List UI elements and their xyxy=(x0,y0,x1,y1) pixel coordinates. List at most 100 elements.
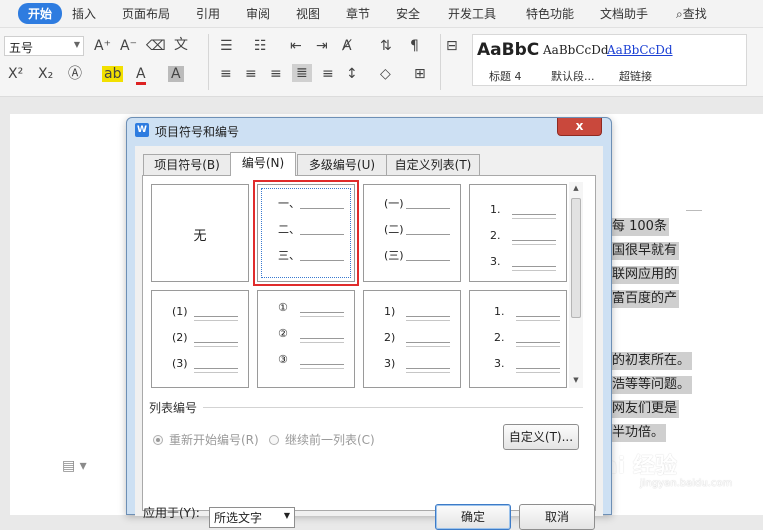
decrease-indent-icon[interactable]: ⇤ xyxy=(290,38,302,54)
style-preview-heading4[interactable]: AaBbC xyxy=(477,40,539,60)
num-label: ① xyxy=(278,301,288,314)
superscript-icon[interactable]: X² xyxy=(8,66,23,82)
menu-search[interactable]: ⌕查找 xyxy=(676,5,707,22)
line xyxy=(194,346,238,347)
doc-line: 每 100条 xyxy=(610,218,669,236)
doc-line: 国很早就有 xyxy=(610,242,680,260)
menu-references[interactable]: 引用 xyxy=(196,5,220,22)
customize-button[interactable]: 自定义(T)... xyxy=(503,424,579,450)
group-divider xyxy=(203,407,583,408)
num-label: (二) xyxy=(384,223,404,236)
shading-icon[interactable]: ◇ xyxy=(380,66,391,82)
justify-icon[interactable]: ≣ xyxy=(292,64,312,82)
style-grid-scrollbar[interactable]: ▲ ▼ xyxy=(569,182,583,388)
list-row: 3. xyxy=(494,357,566,373)
clear-format-icon[interactable]: ⌫ xyxy=(146,38,166,54)
chinese-layout-icon[interactable]: Ⱥ xyxy=(342,38,352,54)
style-preview-default[interactable]: AaBbCcDd xyxy=(543,43,609,57)
tab-numbering[interactable]: 编号(N) xyxy=(230,152,296,176)
numbering-style-arabic-paren[interactable]: (1) (2) (3) xyxy=(151,290,249,388)
menu-page-layout[interactable]: 页面布局 xyxy=(122,5,170,22)
ok-button[interactable]: 确定 xyxy=(435,504,511,530)
text-box-icon[interactable]: ⊟ xyxy=(446,38,458,54)
distribute-icon[interactable]: ≡ xyxy=(322,66,334,82)
style-name-heading4: 标题 4 xyxy=(489,70,522,83)
applies-to-select[interactable]: 所选文字 ▼ xyxy=(209,507,295,528)
align-left-icon[interactable]: ≡ xyxy=(220,66,232,82)
menu-security[interactable]: 安全 xyxy=(396,5,420,22)
num-label: ② xyxy=(278,327,288,340)
borders-icon[interactable]: ⊞ xyxy=(414,66,426,82)
shrink-font-icon[interactable]: A⁻ xyxy=(120,38,137,54)
menu-features[interactable]: 特色功能 xyxy=(526,5,574,22)
close-icon: x xyxy=(575,119,584,133)
highlight-icon[interactable]: ab xyxy=(102,66,124,82)
list-row: (1) xyxy=(172,305,244,321)
numbering-style-arabic-dot-indented[interactable]: 1. 2. 3. xyxy=(469,290,567,388)
grow-font-icon[interactable]: A⁺ xyxy=(94,38,111,54)
bullets-numbering-dialog: W 项目符号和编号 x 项目符号(B) 编号(N) 多级编号(U) 自定义列表(… xyxy=(126,117,612,530)
list-row: 三、 xyxy=(278,249,350,263)
sort-icon[interactable]: ⇅ xyxy=(380,38,392,54)
tab-bullets[interactable]: 项目符号(B) xyxy=(143,154,231,175)
line xyxy=(512,214,556,215)
line xyxy=(512,240,556,241)
bullet-list-icon[interactable]: ☰ xyxy=(220,38,233,54)
cancel-button[interactable]: 取消 xyxy=(519,504,595,530)
tab-multilevel[interactable]: 多级编号(U) xyxy=(297,154,387,175)
tab-custom-list[interactable]: 自定义列表(T) xyxy=(386,154,480,175)
scroll-up-icon[interactable]: ▲ xyxy=(569,184,583,192)
font-size-select[interactable]: 五号 ▼ xyxy=(4,36,84,56)
list-row: (三) xyxy=(384,249,456,263)
menu-review[interactable]: 审阅 xyxy=(246,5,270,22)
ribbon-toolbar: 五号 ▼ A⁺ A⁻ ⌫ 文 X² X₂ Ⓐ ab A A ☰ ☷ ⇤ ⇥ Ⱥ … xyxy=(0,28,763,97)
numbering-style-circled[interactable]: ① ② ③ xyxy=(257,290,355,388)
list-row: 2. xyxy=(490,229,562,245)
line xyxy=(512,244,556,245)
show-marks-icon[interactable]: ¶ xyxy=(410,38,419,54)
list-row: 1. xyxy=(494,305,566,321)
font-size-value: 五号 xyxy=(9,41,34,55)
restart-numbering-radio[interactable]: 重新开始编号(R) xyxy=(153,431,259,448)
align-right-icon[interactable]: ≡ xyxy=(270,66,282,82)
continue-list-radio[interactable]: 继续前一列表(C) xyxy=(269,431,375,448)
text-effect-icon[interactable]: Ⓐ xyxy=(68,66,82,82)
menu-home[interactable]: 开始 xyxy=(18,3,63,24)
list-row: 3. xyxy=(490,255,562,271)
line xyxy=(516,372,560,373)
numbering-style-chinese-comma[interactable]: 一、 二、 三、 xyxy=(253,180,359,286)
list-row: ③ xyxy=(278,353,350,369)
numbering-style-chinese-paren[interactable]: (一) (二) (三) xyxy=(363,184,461,282)
line-spacing-icon[interactable]: ↕ xyxy=(346,66,358,82)
font-color-icon[interactable]: A xyxy=(136,66,146,85)
align-center-icon[interactable]: ≡ xyxy=(245,66,257,82)
menu-doc-assistant[interactable]: 文档助手 xyxy=(600,5,648,22)
paragraph-layout-icon[interactable]: ▤ ▾ xyxy=(62,458,87,474)
numbering-style-arabic-right-paren[interactable]: 1) 2) 3) xyxy=(363,290,461,388)
numbering-style-none[interactable]: 无 xyxy=(151,184,249,282)
menu-insert[interactable]: 插入 xyxy=(72,5,96,22)
pinyin-icon[interactable]: 文 xyxy=(174,37,188,53)
close-button[interactable]: x xyxy=(557,118,602,136)
char-shading-icon[interactable]: A xyxy=(168,66,184,82)
num-label: 3. xyxy=(494,357,505,370)
applies-to-label: 应用于(Y): xyxy=(143,506,200,520)
line xyxy=(300,208,344,209)
increase-indent-icon[interactable]: ⇥ xyxy=(316,38,328,54)
numbered-list-icon[interactable]: ☷ xyxy=(254,38,267,54)
num-label: 三、 xyxy=(278,249,300,262)
numbering-style-arabic-dot[interactable]: 1. 2. 3. xyxy=(469,184,567,282)
doc-line: 浩等等问题。 xyxy=(610,376,693,394)
list-numbering-group-title: 列表编号 xyxy=(149,401,198,415)
subscript-icon[interactable]: X₂ xyxy=(38,66,53,82)
line xyxy=(406,320,450,321)
chevron-down-icon: ▼ xyxy=(283,511,290,520)
line xyxy=(516,320,560,321)
menu-chapter[interactable]: 章节 xyxy=(346,5,370,22)
scrollbar-thumb[interactable] xyxy=(571,198,581,318)
menu-view[interactable]: 视图 xyxy=(296,5,320,22)
menu-developer[interactable]: 开发工具 xyxy=(448,5,496,22)
line xyxy=(516,316,560,317)
scroll-down-icon[interactable]: ▼ xyxy=(569,376,583,384)
style-preview-hyperlink[interactable]: AaBbCcDd xyxy=(607,43,673,57)
